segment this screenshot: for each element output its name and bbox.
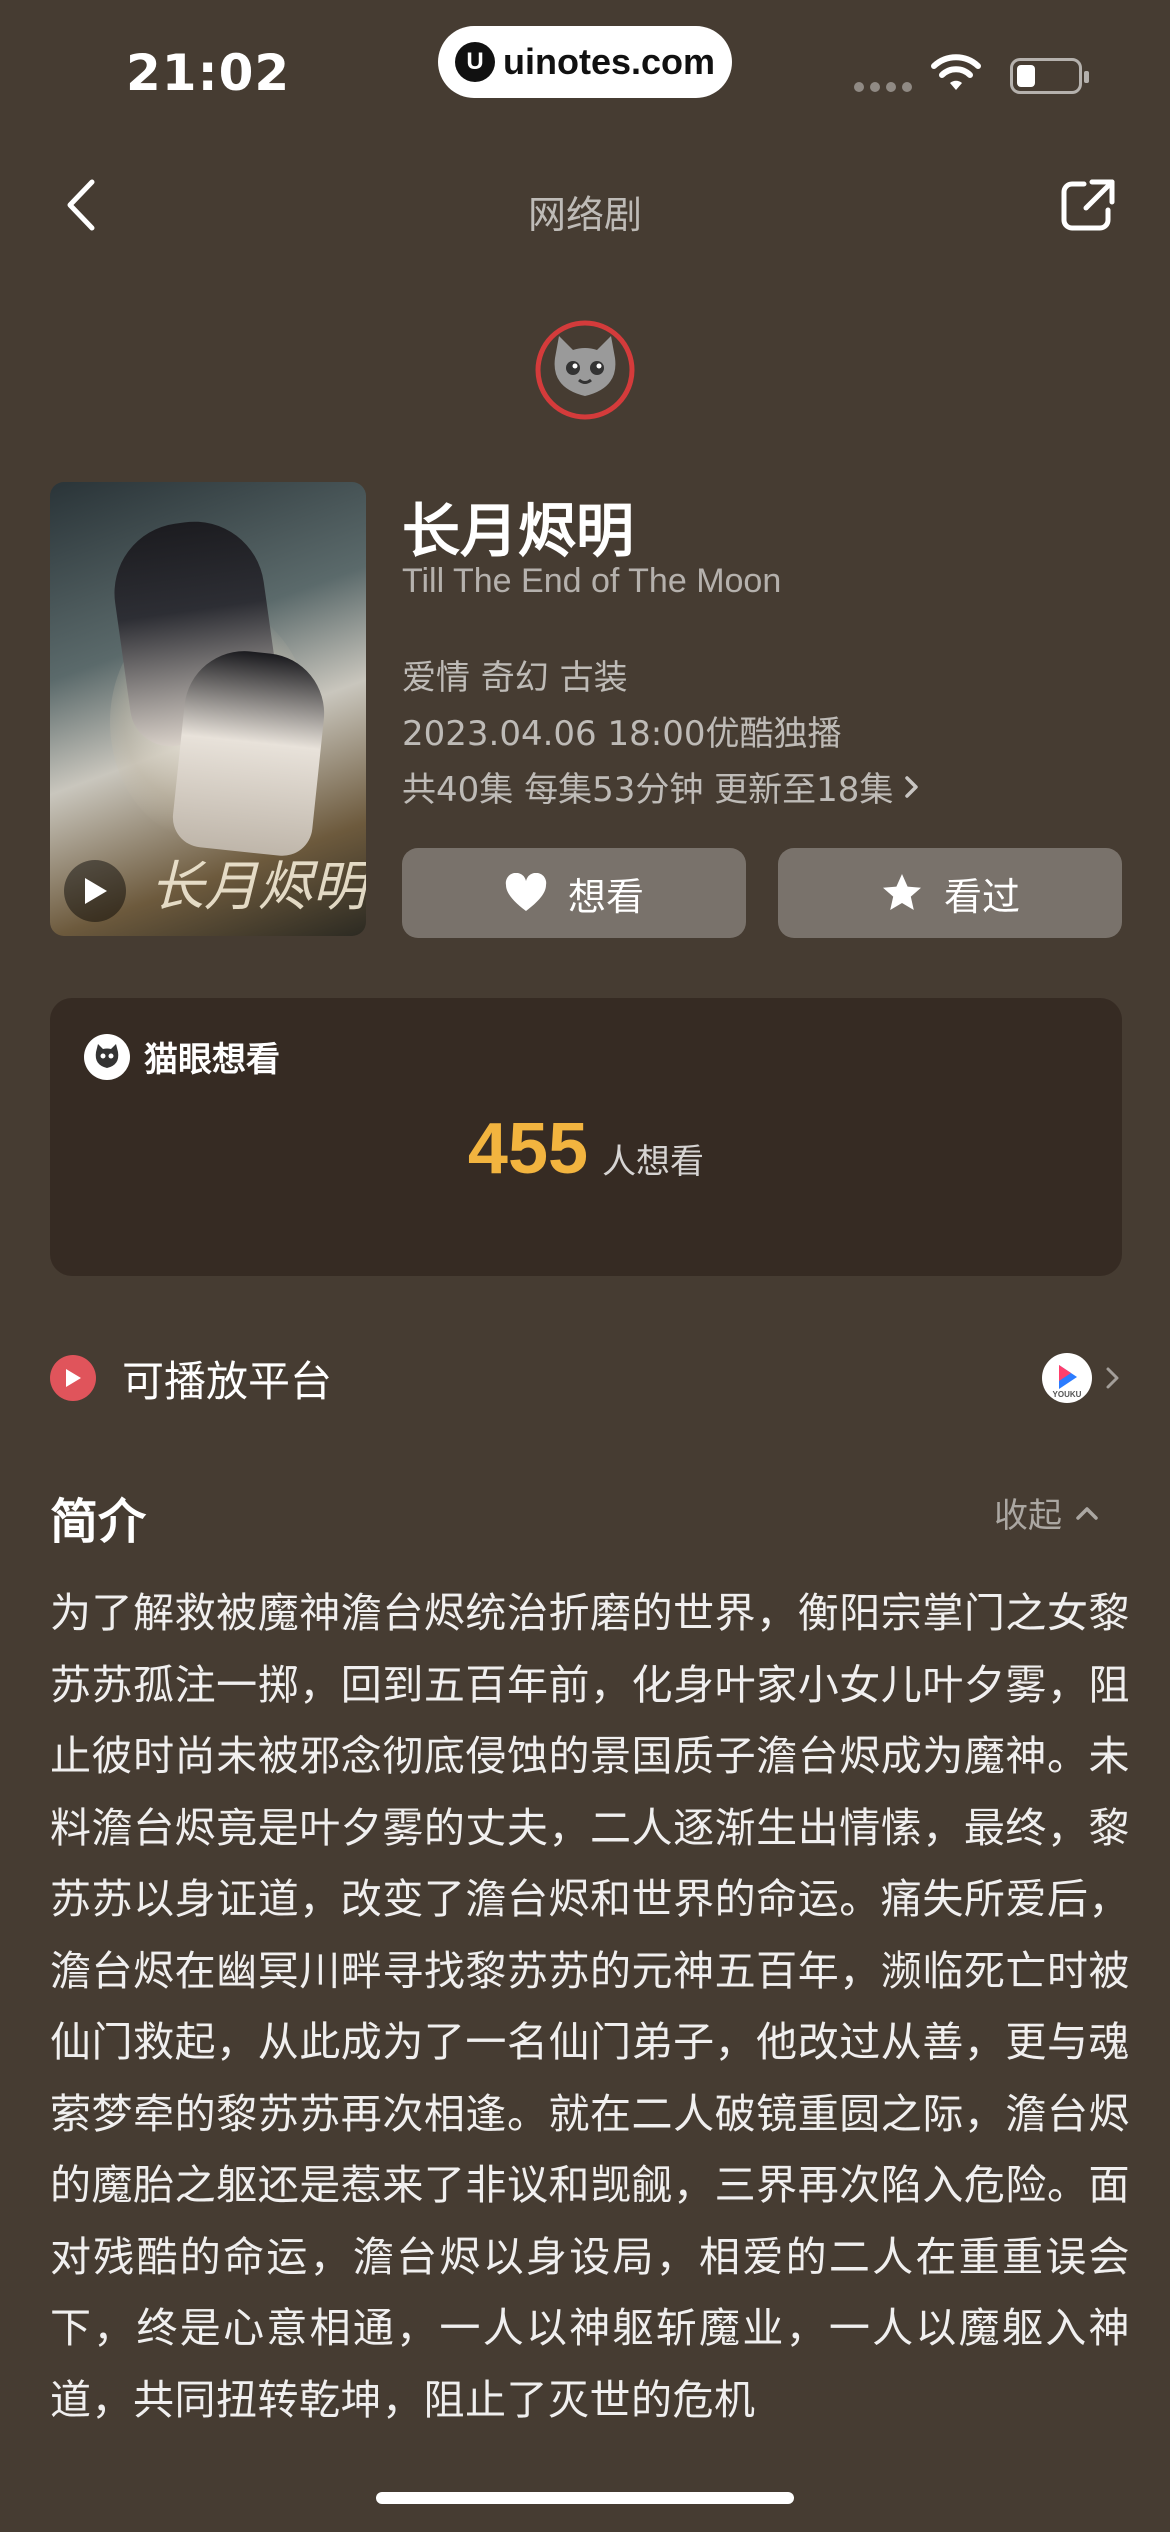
want-count-row: 455 人想看 <box>50 1108 1122 1190</box>
share-icon <box>1061 179 1115 231</box>
synopsis-text: 为了解救被魔神澹台烬统治折磨的世界，衡阳宗掌门之女黎苏苏孤注一掷，回到五百年前，… <box>50 1589 1130 2424</box>
trailer-play-button[interactable] <box>64 860 126 922</box>
chevron-right-icon <box>1106 1367 1119 1389</box>
chevron-up-icon <box>1076 1506 1098 1520</box>
platform-logos: YOUKU <box>1042 1353 1122 1403</box>
url-watermark: U uinotes.com <box>438 26 732 98</box>
poster-image[interactable]: 长月烬明 <box>50 482 366 936</box>
maoyan-cat-logo-icon <box>535 320 635 420</box>
share-button[interactable] <box>1058 176 1118 236</box>
play-circle-icon <box>50 1355 96 1401</box>
star-icon <box>882 874 921 910</box>
movie-english-title: Till The End of The Moon <box>402 562 782 600</box>
heart-icon <box>505 873 547 911</box>
cellular-signal-icon <box>854 82 912 92</box>
episode-info-text: 共40集 每集53分钟 更新至18集 <box>402 770 894 810</box>
home-indicator[interactable] <box>376 2492 794 2504</box>
want-card-label: 猫眼想看 <box>144 1040 280 1080</box>
platforms-row[interactable]: 可播放平台 YOUKU <box>50 1338 1122 1418</box>
youku-logo-text: YOUKU <box>1053 1390 1082 1399</box>
want-count-number: 455 <box>467 1109 589 1189</box>
url-text: uinotes.com <box>502 41 716 82</box>
movie-title: 长月烬明 <box>402 497 635 565</box>
want-to-watch-button[interactable]: 想看 <box>402 848 746 938</box>
collapse-label: 收起 <box>994 1496 1062 1536</box>
want-card-header: 猫眼想看 <box>84 1032 280 1081</box>
episode-info-link[interactable]: 共40集 每集53分钟 更新至18集 <box>402 762 921 811</box>
uinotes-logo-icon: U <box>454 42 495 82</box>
want-count-unit: 人想看 <box>602 1142 705 1182</box>
movie-genres: 爱情 奇幻 古装 <box>402 658 628 698</box>
poster-title-art: 长月烬明 <box>150 855 366 918</box>
movie-release: 2023.04.06 18:00优酷独播 <box>402 714 842 754</box>
maoyan-small-logo-icon <box>84 1033 130 1080</box>
youku-logo-icon: YOUKU <box>1042 1353 1092 1403</box>
want-button-label: 想看 <box>567 874 644 919</box>
want-count-card: 猫眼想看 455 人想看 <box>50 998 1122 1276</box>
wifi-icon <box>931 54 981 90</box>
platforms-label: 可播放平台 <box>122 1356 333 1406</box>
collapse-synopsis-button[interactable]: 收起 <box>994 1488 1100 1537</box>
status-time: 21:02 <box>126 44 291 102</box>
battery-icon <box>1010 58 1089 94</box>
page-title: 网络剧 <box>527 193 642 237</box>
watched-button[interactable]: 看过 <box>778 848 1122 938</box>
play-icon <box>85 878 107 904</box>
chevron-right-icon <box>905 775 919 798</box>
synopsis-title: 简介 <box>50 1494 147 1550</box>
watched-button-label: 看过 <box>943 874 1020 919</box>
